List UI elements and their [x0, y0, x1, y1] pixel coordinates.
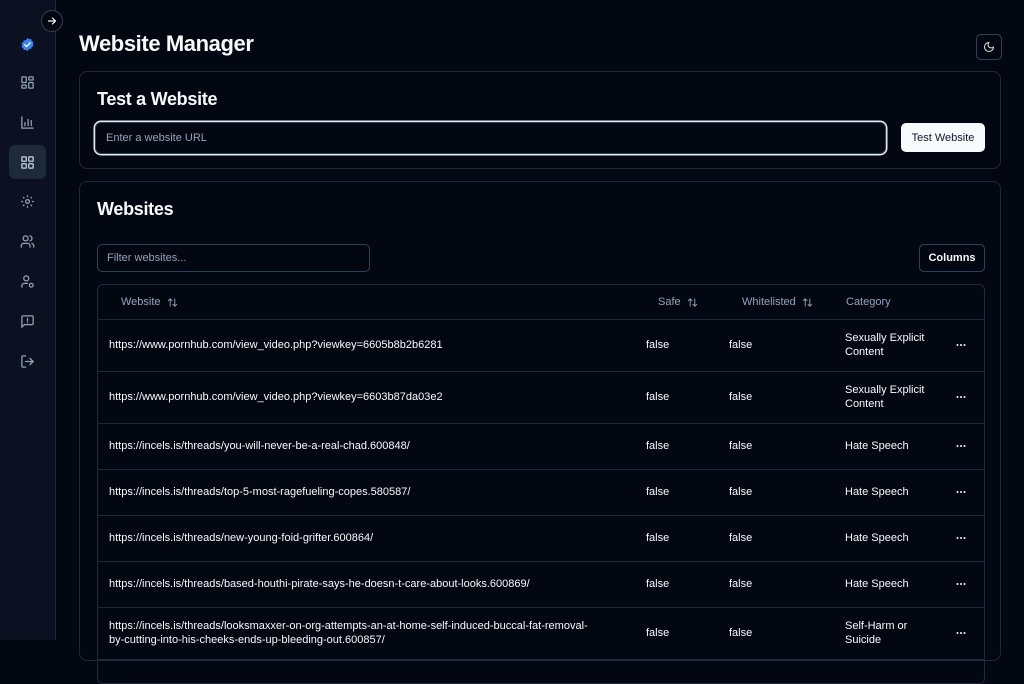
more-horizontal-icon	[956, 344, 966, 346]
row-category: Hate Speech	[845, 578, 909, 590]
columns-button[interactable]: Columns	[919, 244, 985, 272]
row-safe: false	[646, 440, 670, 452]
sidebar-toggle-button[interactable]	[41, 10, 63, 32]
sidebar	[0, 0, 56, 640]
table-header: Website Safe Whitelisted Category	[98, 285, 984, 320]
row-url: https://www.pornhub.com/view_video.php?v…	[109, 339, 443, 351]
row-actions-button[interactable]	[952, 469, 970, 515]
row-actions-button[interactable]	[952, 371, 970, 423]
sidebar-item-user-settings[interactable]	[9, 264, 46, 298]
sidebar-item-dashboard[interactable]	[9, 65, 46, 99]
row-url: https://incels.is/threads/new-young-foid…	[109, 532, 374, 544]
row-whitelisted: false	[729, 532, 753, 544]
websites-card: Websites Columns Website Safe Whiteliste…	[79, 181, 1001, 684]
row-safe: false	[646, 578, 670, 590]
sidebar-item-logout[interactable]	[9, 344, 46, 378]
row-url: https://www.pornhub.com/view_video.php?v…	[109, 391, 443, 403]
users-icon	[20, 234, 35, 248]
sidebar-item-users[interactable]	[9, 224, 46, 258]
row-url: https://incels.is/threads/looksmaxxer-on…	[109, 620, 588, 646]
grid-icon	[21, 155, 34, 169]
header-category: Category	[846, 285, 891, 319]
filter-websites-input[interactable]	[97, 244, 370, 272]
table-row[interactable]: https://incels.is/threads/based-houthi-p…	[98, 561, 984, 608]
header-safe[interactable]: Safe	[658, 285, 698, 319]
row-safe: false	[646, 486, 670, 498]
row-url: https://incels.is/threads/top-5-most-rag…	[109, 486, 411, 498]
header-category-label: Category	[846, 296, 891, 308]
table-row[interactable]: https://incels.is/threads/you-will-never…	[98, 423, 984, 470]
row-actions-button[interactable]	[952, 561, 970, 607]
table-row[interactable]: https://incels.is/threads/new-young-foid…	[98, 515, 984, 562]
row-actions-button[interactable]	[952, 319, 970, 371]
test-website-title: Test a Website	[97, 89, 218, 109]
gear-icon	[21, 194, 34, 208]
more-horizontal-icon	[956, 632, 966, 634]
row-safe: false	[646, 532, 670, 544]
dashboard-icon	[21, 75, 34, 89]
row-actions-button[interactable]	[952, 607, 970, 659]
row-whitelisted: false	[729, 440, 753, 452]
logout-icon	[21, 354, 34, 368]
sidebar-item-analytics[interactable]	[9, 105, 46, 139]
more-horizontal-icon	[956, 537, 966, 539]
websites-table: Website Safe Whitelisted Category https:…	[97, 284, 985, 684]
header-safe-label: Safe	[658, 296, 681, 308]
more-horizontal-icon	[956, 491, 966, 493]
row-url: https://incels.is/threads/you-will-never…	[109, 440, 410, 452]
message-icon	[21, 314, 34, 329]
header-whitelisted[interactable]: Whitelisted	[742, 285, 813, 319]
row-actions-button[interactable]	[952, 515, 970, 561]
sort-icon	[687, 297, 697, 307]
table-row[interactable]: https://incels.is/threads/top-5-most-rag…	[98, 469, 984, 516]
page-title: Website Manager	[79, 31, 254, 56]
test-website-button[interactable]: Test Website	[901, 123, 985, 152]
table-row[interactable]: https://incels.is/threads/looksmaxxer-on…	[98, 607, 984, 660]
header-website-label: Website	[121, 296, 161, 308]
more-horizontal-icon	[956, 445, 966, 447]
sort-icon	[167, 297, 177, 307]
row-safe: false	[646, 339, 670, 351]
row-category: Hate Speech	[845, 486, 909, 498]
row-safe: false	[646, 627, 670, 639]
row-category: Hate Speech	[845, 532, 909, 544]
sort-icon	[802, 297, 812, 307]
row-actions-button[interactable]	[952, 423, 970, 469]
header-website[interactable]: Website	[121, 285, 178, 319]
theme-toggle-button[interactable]	[976, 34, 1002, 60]
sidebar-item-feedback[interactable]	[9, 304, 46, 338]
table-row[interactable]: https://www.pornhub.com/view_video.php?v…	[98, 371, 984, 424]
row-category: Hate Speech	[845, 440, 909, 452]
bar-chart-icon	[21, 115, 34, 129]
website-url-input[interactable]	[95, 122, 886, 154]
test-website-card: Test a Website Test Website	[79, 71, 1001, 169]
more-horizontal-icon	[956, 583, 966, 585]
row-whitelisted: false	[729, 391, 753, 403]
row-category: Self-Harm or Suicide	[845, 620, 908, 646]
header-whitelisted-label: Whitelisted	[742, 296, 796, 308]
user-settings-icon	[21, 274, 34, 288]
moon-icon	[984, 42, 994, 52]
check-badge-icon	[21, 37, 34, 51]
row-whitelisted: false	[729, 627, 753, 639]
sidebar-item-websites[interactable]	[9, 145, 46, 179]
row-safe: false	[646, 391, 670, 403]
row-whitelisted: false	[729, 578, 753, 590]
websites-title: Websites	[97, 199, 174, 219]
sidebar-item-settings[interactable]	[9, 184, 46, 218]
row-whitelisted: false	[729, 339, 753, 351]
more-horizontal-icon	[956, 396, 966, 398]
row-category: Sexually Explicit Content	[845, 384, 925, 410]
arrow-right-icon	[47, 17, 57, 25]
row-url: https://incels.is/threads/based-houthi-p…	[109, 578, 530, 590]
sidebar-logo[interactable]	[9, 27, 46, 61]
row-whitelisted: false	[729, 486, 753, 498]
row-category: Sexually Explicit Content	[845, 332, 925, 358]
table-row[interactable]: https://www.pornhub.com/view_video.php?v…	[98, 319, 984, 372]
